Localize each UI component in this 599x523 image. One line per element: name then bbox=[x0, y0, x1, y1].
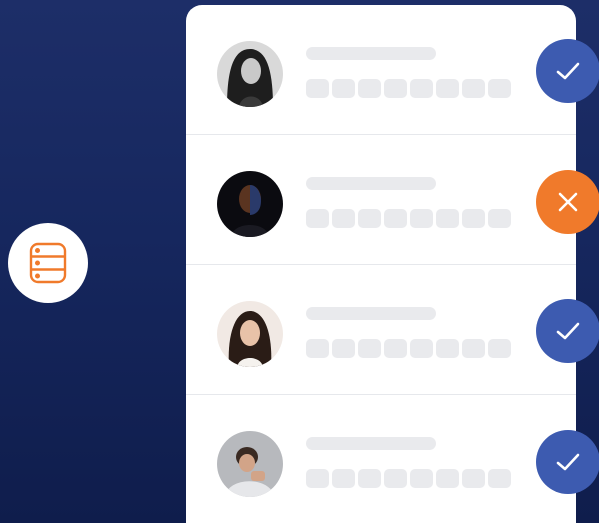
status-approved-button[interactable] bbox=[536, 39, 599, 103]
database-source-bubble[interactable] bbox=[8, 223, 88, 303]
check-icon bbox=[556, 62, 580, 80]
status-rejected-button[interactable] bbox=[536, 170, 599, 234]
detail-placeholder bbox=[306, 469, 511, 488]
name-placeholder bbox=[306, 307, 436, 320]
user-avatar bbox=[217, 171, 283, 237]
check-icon bbox=[556, 453, 580, 471]
name-placeholder bbox=[306, 47, 436, 60]
user-avatar bbox=[217, 301, 283, 367]
list-item[interactable] bbox=[186, 135, 576, 265]
detail-placeholder bbox=[306, 339, 511, 358]
database-icon bbox=[29, 242, 67, 284]
status-approved-button[interactable] bbox=[536, 430, 599, 494]
list-item[interactable] bbox=[186, 395, 576, 523]
user-avatar bbox=[217, 431, 283, 497]
name-placeholder bbox=[306, 177, 436, 190]
check-icon bbox=[556, 322, 580, 340]
name-placeholder bbox=[306, 437, 436, 450]
close-icon bbox=[558, 192, 578, 212]
user-list-panel bbox=[186, 5, 576, 523]
status-approved-button[interactable] bbox=[536, 299, 599, 363]
user-avatar bbox=[217, 41, 283, 107]
detail-placeholder bbox=[306, 79, 511, 98]
list-item[interactable] bbox=[186, 265, 576, 395]
detail-placeholder bbox=[306, 209, 511, 228]
list-item[interactable] bbox=[186, 5, 576, 135]
